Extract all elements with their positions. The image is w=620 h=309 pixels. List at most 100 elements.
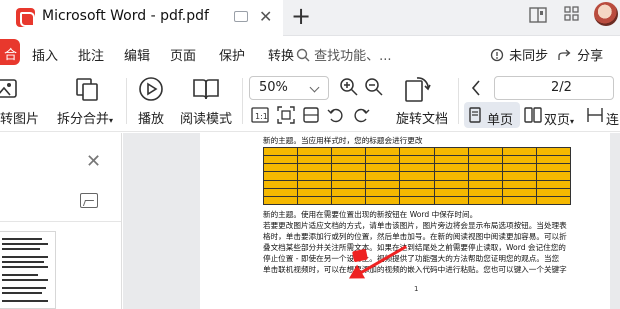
layout-icon[interactable] [528, 5, 548, 29]
table-cell [399, 187, 435, 197]
document-tab[interactable]: Microsoft Word - pdf.pdf ✕ [0, 0, 283, 36]
table-cell [433, 155, 469, 165]
table-cell [365, 179, 401, 189]
play-button[interactable]: 播放 [138, 108, 164, 127]
sync-status[interactable]: 未同步 [489, 45, 548, 66]
menu-protect[interactable]: 保护 [219, 45, 245, 64]
table-cell [399, 155, 435, 165]
table-cell [365, 146, 401, 157]
rotate-document-button[interactable]: 旋转文档 [396, 108, 448, 127]
table-cell [331, 171, 367, 181]
split-merge-icon[interactable] [74, 76, 100, 106]
page-number: 1 [414, 285, 419, 293]
thumbnail-text-line [2, 287, 46, 289]
monitor-icon[interactable] [234, 11, 248, 22]
close-tab-icon[interactable]: ✕ [259, 7, 272, 26]
table-cell [331, 187, 367, 197]
double-page-icon[interactable] [524, 107, 542, 127]
fit-page-icon[interactable] [277, 106, 295, 128]
thumbnail-text-line [2, 292, 42, 294]
table-cell [365, 187, 401, 197]
table-cell [535, 146, 572, 157]
pdf-page: 新的主题。当应用样式时，您的标题会进行更改 新的主题。使用在需要位置出现的新按钮… [200, 133, 610, 309]
read-mode-button[interactable]: 阅读模式 [180, 108, 232, 127]
toolbar-divider [242, 78, 243, 124]
menu-insert[interactable]: 插入 [32, 45, 58, 64]
thumbnail-text-line [2, 243, 48, 245]
fit-width-icon[interactable] [302, 106, 320, 128]
table-cell [535, 171, 572, 181]
table-cell [501, 195, 537, 206]
table-cell [433, 171, 469, 181]
table-cell [535, 179, 572, 189]
double-page-button[interactable]: 双页▾ [544, 109, 574, 128]
table-cell [262, 146, 299, 157]
table-cell [399, 179, 435, 189]
table-cell [297, 171, 333, 181]
rotate-right-icon[interactable] [352, 106, 370, 128]
yellow-table [262, 146, 572, 206]
cloud-sync-icon [489, 48, 505, 66]
continuous-button[interactable]: 连 [606, 109, 619, 128]
table-row [262, 187, 572, 197]
table-cell [467, 171, 503, 181]
table-cell [262, 155, 299, 165]
thumbnail-text-line [2, 300, 48, 302]
menu-convert[interactable]: 转换 [268, 45, 294, 64]
table-cell [399, 195, 435, 206]
continuous-icon[interactable] [587, 107, 603, 127]
share-label: 分享 [577, 49, 604, 64]
play-icon[interactable] [138, 76, 164, 106]
zoom-in-icon[interactable] [339, 77, 359, 101]
dropdown-caret-icon: ▾ [570, 117, 575, 126]
split-merge-button[interactable]: 拆分合并▾ [57, 108, 113, 127]
close-panel-icon[interactable]: ✕ [86, 151, 101, 172]
table-row [262, 195, 572, 206]
toolbar-divider [458, 78, 459, 124]
menu-start[interactable]: 合 [0, 39, 20, 65]
ribbon-toolbar: 转图片 拆分合并▾ 播放 阅读模式 50% 1:1 旋转文档 2/2 单页 双页… [0, 70, 620, 132]
page-thumbnail[interactable] [0, 231, 56, 309]
user-avatar[interactable] [594, 2, 618, 26]
page-number-input[interactable]: 2/2 [494, 76, 614, 100]
single-page-label: 单页 [487, 113, 514, 128]
table-cell [262, 163, 299, 173]
menu-comment[interactable]: 批注 [78, 45, 104, 64]
table-cell [433, 163, 469, 173]
convert-image-icon[interactable] [0, 76, 20, 106]
share-button[interactable]: 分享 [557, 45, 603, 66]
thumbnail-text-line [2, 279, 48, 281]
menu-page[interactable]: 页面 [170, 45, 196, 64]
panel-divider [0, 221, 121, 222]
table-cell [399, 146, 435, 157]
table-cell [467, 179, 503, 189]
menu-bar: 合 插入 批注 编辑 页面 保护 转换 查找功能、... 未同步 分享 [0, 36, 620, 70]
prev-page-icon[interactable] [470, 79, 482, 101]
thumbnail-text-line [2, 274, 38, 276]
table-cell [297, 187, 333, 197]
thumbnail-text-line [2, 256, 48, 258]
document-viewport[interactable]: 新的主题。当应用样式时，您的标题会进行更改 新的主题。使用在需要位置出现的新按钮… [123, 133, 620, 309]
document-text-line: 新的主题。当应用样式时，您的标题会进行更改 [263, 136, 423, 145]
thumbnail-text-line [2, 248, 40, 250]
new-tab-button[interactable]: + [291, 2, 311, 30]
document-text-line: 停止位置 - 即使在另一个设备上。视频提供了功能强大的方法帮助您证明您的观点。当… [263, 254, 560, 263]
table-cell [501, 171, 537, 181]
image-icon[interactable] [80, 193, 98, 208]
menu-edit[interactable]: 编辑 [124, 45, 150, 64]
search-box[interactable]: 查找功能、... [296, 45, 392, 66]
rotate-left-icon[interactable] [327, 106, 345, 128]
convert-image-button[interactable]: 转图片 [0, 108, 39, 127]
table-cell [365, 163, 401, 173]
title-bar: Microsoft Word - pdf.pdf ✕ + [0, 0, 620, 36]
rotate-document-icon[interactable] [403, 76, 431, 108]
grid-apps-icon[interactable] [563, 5, 581, 27]
read-mode-icon[interactable] [192, 76, 220, 106]
zoom-out-icon[interactable] [364, 77, 384, 101]
table-cell [331, 195, 367, 206]
sync-label: 未同步 [509, 49, 549, 64]
actual-size-icon[interactable]: 1:1 [251, 106, 269, 128]
document-text-line: 叠文档某些部分并关注所需文本。如果在达到结尾处之前需要停止读取，Word 会记住… [263, 243, 566, 252]
table-cell [433, 146, 469, 157]
table-cell [297, 155, 333, 165]
